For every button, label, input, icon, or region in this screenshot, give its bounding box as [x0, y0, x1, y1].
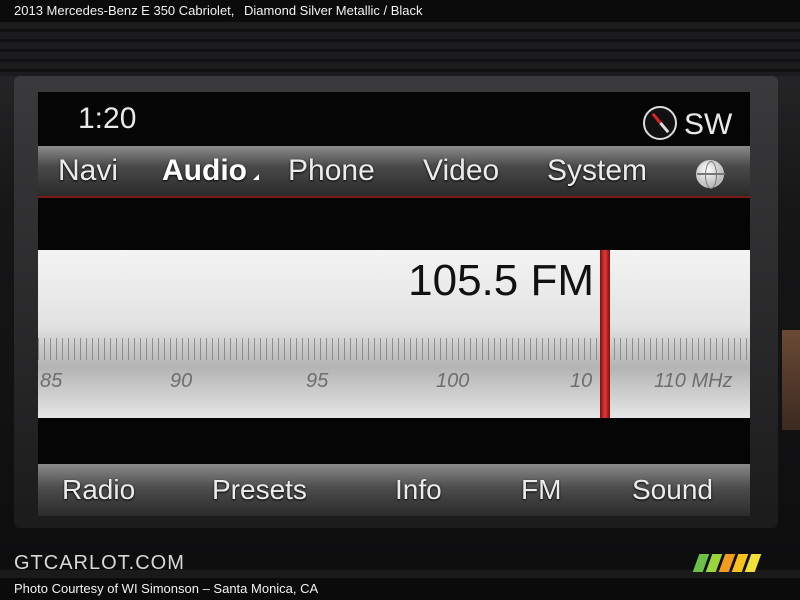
fm-button[interactable]: FM: [521, 474, 561, 506]
head-unit-screen: 1:20 SW Navi Audio Phone Video System 10…: [38, 92, 750, 516]
scale-label: 90: [170, 370, 193, 392]
scale-label: 95: [306, 370, 329, 392]
tab-video[interactable]: Video: [423, 154, 499, 188]
scale-label: 10: [570, 370, 593, 392]
caption-vehicle: 2013 Mercedes-Benz E 350 Cabriolet,: [14, 3, 235, 18]
caption-bar: 2013 Mercedes-Benz E 350 Cabriolet, Diam…: [0, 0, 800, 22]
tab-system[interactable]: System: [547, 154, 647, 188]
clock: 1:20: [78, 102, 137, 135]
radio-button[interactable]: Radio: [62, 474, 135, 506]
tab-phone[interactable]: Phone: [288, 154, 375, 188]
logo-stripes: [692, 554, 774, 572]
scale-label: 100: [436, 370, 470, 392]
tab-audio[interactable]: Audio: [162, 154, 259, 188]
side-trim: [782, 330, 800, 430]
caption-color: Diamond Silver Metallic / Black: [244, 3, 423, 18]
scale-label: 110 MHz: [654, 370, 733, 392]
frequency-display: 105.5 FM: [408, 256, 594, 305]
tuning-scale[interactable]: [38, 338, 750, 360]
audio-submenu-bar: Radio Presets Info FM Sound: [38, 464, 750, 516]
compass-icon: [643, 106, 677, 140]
info-button[interactable]: Info: [395, 474, 442, 506]
watermark: GTCARLOT.COM: [14, 552, 185, 574]
globe-icon[interactable]: [696, 160, 725, 189]
scale-label: 85: [40, 370, 63, 392]
main-menu-bar: Navi Audio Phone Video System: [38, 146, 750, 198]
sound-button[interactable]: Sound: [632, 474, 713, 506]
compass-heading: SW: [684, 108, 733, 141]
tuning-needle[interactable]: [600, 250, 610, 418]
presets-button[interactable]: Presets: [212, 474, 307, 506]
tab-navi[interactable]: Navi: [58, 154, 118, 188]
photo-credit: Photo Courtesy of WI Simonson – Santa Mo…: [0, 578, 800, 600]
air-vent: [0, 22, 800, 76]
radio-tuner[interactable]: 105.5 FM 85 90 95 100 10 110 MHz: [38, 250, 750, 418]
